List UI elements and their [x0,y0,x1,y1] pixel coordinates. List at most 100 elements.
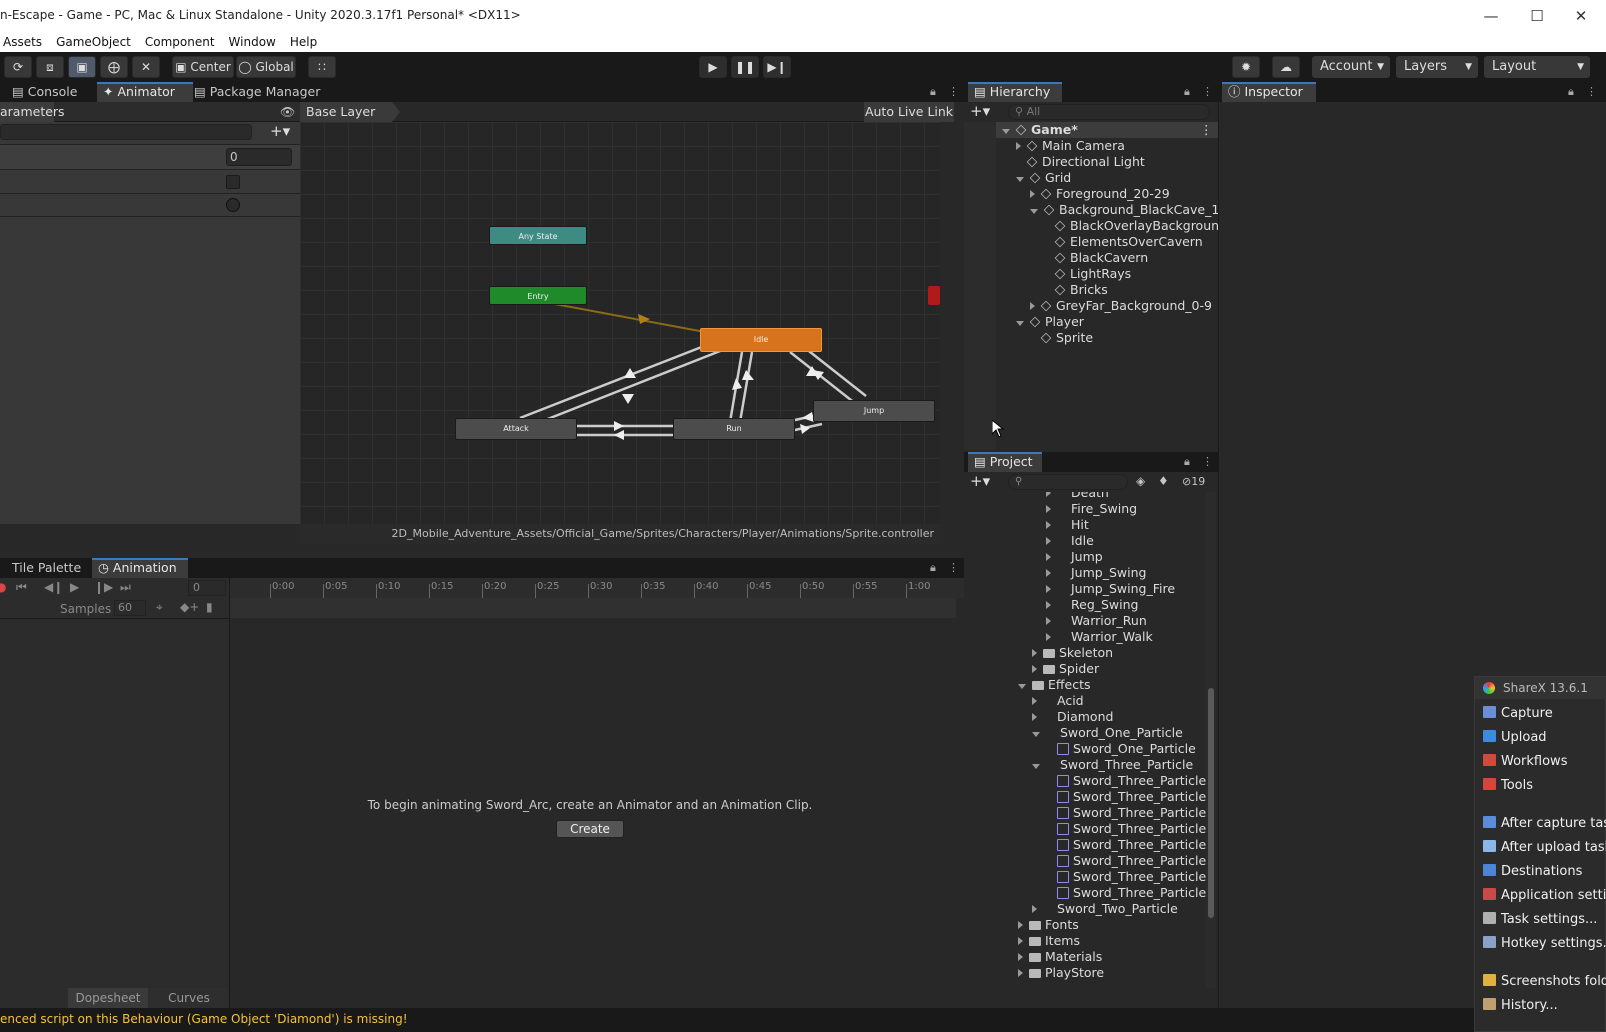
add-parameter-icon[interactable]: +▾ [270,122,290,140]
collapsed-arrow-icon[interactable] [1046,492,1051,497]
project-item[interactable]: PlayStore [1018,965,1104,981]
expanded-arrow-icon[interactable] [1016,177,1024,182]
sharex-menu-item[interactable]: After capture tasks [1483,813,1606,835]
keyframe-mode-icon[interactable]: ⌖ [156,600,163,615]
state-exit[interactable] [928,286,940,305]
auto-live-link-button[interactable]: Auto Live Link [864,102,954,122]
collapsed-arrow-icon[interactable] [1046,537,1051,545]
status-warning-text[interactable]: enced script on this Behaviour (Game Obj… [0,1012,408,1026]
collapsed-arrow-icon[interactable] [1018,969,1023,977]
menu-dots-icon[interactable]: ⋮ [1202,85,1213,98]
tab-inspector[interactable]: ⓘ Inspector [1222,82,1316,102]
project-item[interactable]: Fire_Swing [1046,501,1137,517]
samples-field[interactable]: 60 [114,600,146,616]
lock-icon[interactable]: 🔒︎ [930,85,936,99]
collapsed-arrow-icon[interactable] [1046,553,1051,561]
layers-dropdown[interactable]: Layers ▼ [1396,56,1478,78]
collapsed-arrow-icon[interactable] [1032,649,1037,657]
hidden-packages-icon[interactable]: ⊘19 [1182,475,1205,488]
tab-parameters[interactable]: arameters [0,102,65,122]
collapsed-arrow-icon[interactable] [1032,697,1037,705]
collapsed-arrow-icon[interactable] [1046,521,1051,529]
sharex-menu-item[interactable]: History... [1483,995,1558,1017]
menu-dots-icon[interactable]: ⋮ [1586,85,1597,98]
hierarchy-item[interactable]: Bricks [1044,282,1108,298]
tab-animator[interactable]: ✦ Animator [97,82,193,102]
account-dropdown[interactable]: Account ▼ [1312,56,1390,78]
project-item[interactable]: Sword_Two_Particle [1032,901,1178,917]
state-any-state[interactable]: Any State [489,226,587,245]
sharex-menu-item[interactable]: Workflows [1483,751,1567,773]
project-item[interactable]: Hit [1046,517,1089,533]
pivot-global-button[interactable]: ◯ Global [236,56,296,78]
collapsed-arrow-icon[interactable] [1016,142,1021,150]
hierarchy-search-input[interactable]: ⚲ All [1008,104,1210,120]
layout-dropdown[interactable]: Layout ▼ [1484,56,1590,78]
lock-icon[interactable]: 🔒︎ [1184,455,1190,469]
add-event-icon[interactable]: ▮ [206,600,213,614]
tab-package-manager[interactable]: ▤ Package Manager [188,82,326,102]
sharex-menu-item[interactable]: Tools [1483,775,1533,797]
first-frame-icon[interactable]: ⏮ [16,580,27,595]
sharex-menu-item[interactable]: Screenshots folder... [1483,971,1606,993]
maximize-icon[interactable]: ☐ [1522,4,1552,28]
collapsed-arrow-icon[interactable] [1046,585,1051,593]
collapsed-arrow-icon[interactable] [1018,953,1023,961]
state-run[interactable]: Run [673,418,795,440]
sharex-menu-item[interactable]: Hotkey settings... [1483,933,1606,955]
rotate-tool-icon[interactable]: ⟳ [4,56,32,78]
project-item[interactable]: Sword_One_Particle [1046,741,1196,757]
project-item[interactable]: Sword_Three_Particle [1046,773,1206,789]
collapsed-arrow-icon[interactable] [1046,601,1051,609]
project-item[interactable]: Warrior_Run [1046,613,1147,629]
add-object-icon[interactable]: +▾ [970,102,990,120]
project-item[interactable]: Sword_Three_Particle [1046,853,1206,869]
project-item[interactable]: Jump_Swing_Fire [1046,581,1175,597]
breadcrumb-base-layer[interactable]: Base Layer [300,102,400,122]
close-icon[interactable]: ✕ [1566,4,1596,28]
parameter-trigger-radio[interactable] [226,198,240,212]
hierarchy-item[interactable]: Game* ⋮ [1002,122,1213,138]
parameter-float-field[interactable]: 0 [226,148,292,166]
record-icon[interactable]: ● [0,580,6,594]
project-item[interactable]: Items [1018,933,1080,949]
hierarchy-item[interactable]: ElementsOverCavern [1044,234,1203,250]
project-item[interactable]: Acid [1032,693,1084,709]
hierarchy-item[interactable]: Foreground_20-29 [1030,186,1170,202]
prev-frame-icon[interactable]: ◀❙ [44,580,63,594]
collapsed-arrow-icon[interactable] [1030,190,1035,198]
pivot-center-button[interactable]: ▣ Center [172,56,234,78]
sharex-menu-item[interactable]: Upload [1483,727,1547,749]
state-jump[interactable]: Jump [813,400,935,422]
menu-dots-icon[interactable]: ⋮ [948,85,959,98]
parameter-bool-checkbox[interactable] [226,175,240,189]
menu-component[interactable]: Component [138,32,222,52]
project-item[interactable]: Sword_Three_Particle [1046,837,1206,853]
project-item[interactable]: Diamond [1032,709,1113,725]
collapsed-arrow-icon[interactable] [1046,569,1051,577]
tab-console[interactable]: ▤ Console [6,82,83,102]
menu-assets[interactable]: Assets [0,32,49,52]
sharex-menu-item[interactable]: Capture [1483,703,1553,725]
project-item[interactable]: Death [1046,492,1109,501]
cloud-icon[interactable]: ☁ [1272,56,1300,78]
state-attack[interactable]: Attack [455,418,577,440]
project-item[interactable]: Sword_Three_Particle [1046,789,1206,805]
expanded-arrow-icon[interactable] [1032,764,1040,769]
curves-tab[interactable]: Curves [150,988,228,1008]
filter-type-icon[interactable]: ◈ [1136,474,1145,488]
hierarchy-item[interactable]: BlackOverlayBackground [1044,218,1227,234]
project-item[interactable]: Sword_Three_Particle [1032,757,1193,773]
project-item[interactable]: Sword_Three_Particle [1046,869,1206,885]
project-search-input[interactable]: ⚲ [1008,474,1128,490]
project-item[interactable]: Sword_Three_Particle [1046,885,1206,901]
project-item[interactable]: Sword_Three_Particle [1046,805,1206,821]
parameter-row-float[interactable]: 0 [0,145,300,169]
menu-dots-icon[interactable]: ⋮ [1202,455,1213,468]
hierarchy-item[interactable]: Sprite [1030,330,1093,346]
pause-button[interactable]: ❚❚ [731,56,759,78]
project-item[interactable]: Materials [1018,949,1102,965]
collapsed-arrow-icon[interactable] [1032,665,1037,673]
minimize-icon[interactable]: — [1476,4,1506,28]
sharex-menu-item[interactable]: Task settings... [1483,909,1597,931]
